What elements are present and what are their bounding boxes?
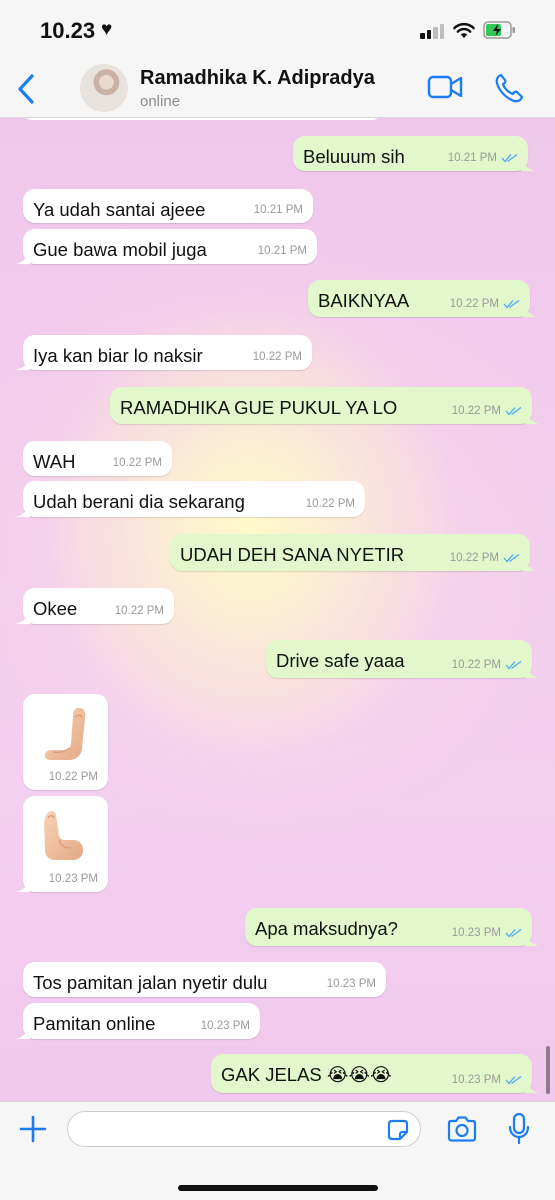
message-text: Gue bawa mobil juga bbox=[33, 239, 207, 260]
message-time: 10.21 PM bbox=[447, 152, 497, 164]
sticker-icon[interactable] bbox=[385, 1117, 411, 1143]
bubble-tail bbox=[525, 932, 539, 946]
message-time: 10.22 PM bbox=[451, 405, 501, 417]
message-bubble-incoming[interactable]: 10.22 PM bbox=[23, 694, 108, 790]
message-text: Tos pamitan jalan nyetir dulu bbox=[33, 972, 268, 993]
message-text: Okee bbox=[33, 598, 78, 619]
message-text: UDAH DEH SANA NYETIR bbox=[180, 544, 405, 565]
bubble-tail bbox=[525, 1079, 539, 1093]
message-bubble-incoming[interactable]: Pamitan online 10.23 PM bbox=[16, 1003, 260, 1039]
read-ticks-icon bbox=[503, 299, 520, 309]
message-bubble-incoming[interactable]: Udah berani dia sekarang 10.22 PM bbox=[16, 481, 365, 517]
bubble-tail bbox=[523, 557, 537, 571]
message-time: 10.23 PM bbox=[451, 927, 501, 939]
message-bubble-incoming[interactable]: Iya kan biar lo naksir 10.22 PM bbox=[16, 335, 312, 370]
message-bubble-outgoing[interactable]: GAK JELAS 😭😭😭 10.23 PM bbox=[211, 1054, 539, 1093]
message-time: 10.22 PM bbox=[449, 552, 499, 564]
bubble-tail bbox=[16, 503, 30, 517]
chat-area[interactable]: Beluuum sih 10.21 PM Ya udah santai ajee… bbox=[0, 118, 555, 1101]
message-text: Ya udah santai ajeee bbox=[33, 199, 206, 220]
read-ticks-icon bbox=[505, 928, 522, 938]
wifi-icon bbox=[453, 23, 475, 38]
bubble-tail bbox=[523, 303, 537, 317]
heart-icon: ♥ bbox=[101, 19, 113, 40]
message-time: 10.23 PM bbox=[48, 873, 98, 885]
palm-down-hand-emoji bbox=[44, 708, 86, 760]
message-bubble-outgoing[interactable]: Apa maksudnya? 10.23 PM bbox=[245, 908, 539, 946]
palm-up-hand-emoji bbox=[44, 811, 83, 860]
message-text: RAMADHIKA GUE PUKUL YA LO bbox=[120, 397, 398, 418]
avatar[interactable] bbox=[80, 64, 128, 112]
message-bubble-incoming[interactable]: Okee 10.22 PM bbox=[16, 588, 174, 624]
home-indicator bbox=[178, 1185, 378, 1191]
bubble-tail bbox=[16, 878, 30, 892]
scrollbar-thumb[interactable] bbox=[546, 1046, 550, 1094]
message-text: BAIKNYAA bbox=[318, 290, 410, 311]
contact-name[interactable]: Ramadhika K. Adipradya bbox=[140, 67, 375, 90]
message-bubble-outgoing[interactable]: RAMADHIKA GUE PUKUL YA LO 10.22 PM bbox=[110, 387, 539, 424]
plus-icon[interactable] bbox=[18, 1114, 48, 1144]
message-bubble-incoming[interactable]: 10.23 PM bbox=[16, 796, 108, 892]
bubble-tail bbox=[521, 157, 535, 171]
message-time: 10.22 PM bbox=[112, 457, 162, 469]
message-time: 10.22 PM bbox=[48, 771, 98, 783]
contact-status: online bbox=[140, 93, 181, 110]
camera-icon[interactable] bbox=[446, 1114, 478, 1144]
message-bubble-outgoing[interactable]: UDAH DEH SANA NYETIR 10.22 PM bbox=[170, 534, 537, 571]
status-bar: 10.23 ♥ bbox=[0, 0, 555, 60]
message-text: Drive safe yaaa bbox=[276, 650, 405, 671]
message-text: GAK JELAS 😭😭😭 bbox=[221, 1064, 392, 1085]
bubble-tail bbox=[16, 610, 30, 624]
partial-message-bubble bbox=[22, 118, 382, 120]
message-text: Iya kan biar lo naksir bbox=[33, 345, 203, 366]
read-ticks-icon bbox=[505, 1075, 522, 1085]
microphone-icon[interactable] bbox=[507, 1112, 531, 1146]
message-text: Pamitan online bbox=[33, 1013, 156, 1034]
message-time: 10.22 PM bbox=[114, 605, 164, 617]
bubble-tail bbox=[525, 410, 539, 424]
message-time: 10.21 PM bbox=[253, 204, 303, 216]
message-time: 10.22 PM bbox=[305, 498, 355, 510]
status-time: 10.23 bbox=[40, 18, 96, 43]
back-chevron-icon[interactable] bbox=[12, 72, 42, 106]
read-ticks-icon bbox=[503, 553, 520, 563]
message-bubble-incoming[interactable]: Tos pamitan jalan nyetir dulu 10.23 PM bbox=[23, 962, 386, 997]
video-call-icon[interactable] bbox=[427, 74, 463, 100]
message-bubble-incoming[interactable]: Ya udah santai ajeee 10.21 PM bbox=[23, 189, 313, 223]
message-time: 10.23 PM bbox=[200, 1020, 250, 1032]
message-time: 10.22 PM bbox=[449, 298, 499, 310]
message-time: 10.21 PM bbox=[257, 245, 307, 257]
bubble-tail bbox=[16, 250, 30, 264]
message-bubble-outgoing[interactable]: Drive safe yaaa 10.22 PM bbox=[266, 640, 539, 678]
message-bubble-incoming[interactable]: Gue bawa mobil juga 10.21 PM bbox=[16, 229, 317, 264]
message-input[interactable] bbox=[67, 1111, 421, 1147]
message-time: 10.22 PM bbox=[451, 659, 501, 671]
read-ticks-icon bbox=[505, 660, 522, 670]
bubble-tail bbox=[16, 356, 30, 370]
message-time: 10.22 PM bbox=[252, 351, 302, 363]
read-ticks-icon bbox=[505, 406, 522, 416]
battery-charging-icon bbox=[483, 21, 515, 39]
message-bubble-incoming[interactable]: WAH 10.22 PM bbox=[23, 441, 172, 476]
message-text: WAH bbox=[33, 451, 76, 472]
message-text: Beluuum sih bbox=[303, 146, 405, 167]
message-bubble-outgoing[interactable]: Beluuum sih 10.21 PM bbox=[293, 136, 535, 171]
bubble-tail bbox=[16, 1025, 30, 1039]
message-text: Apa maksudnya? bbox=[255, 918, 398, 939]
message-time: 10.23 PM bbox=[451, 1074, 501, 1086]
phone-call-icon[interactable] bbox=[494, 72, 524, 104]
message-bubble-outgoing[interactable]: BAIKNYAA 10.22 PM bbox=[308, 280, 537, 317]
bubble-tail bbox=[525, 664, 539, 678]
message-composer bbox=[0, 1101, 555, 1200]
chat-header: Ramadhika K. Adipradya online bbox=[0, 60, 555, 118]
read-ticks-icon bbox=[501, 153, 518, 163]
message-text: Udah berani dia sekarang bbox=[33, 491, 245, 512]
message-time: 10.23 PM bbox=[326, 978, 376, 990]
signal-icon bbox=[420, 23, 446, 39]
